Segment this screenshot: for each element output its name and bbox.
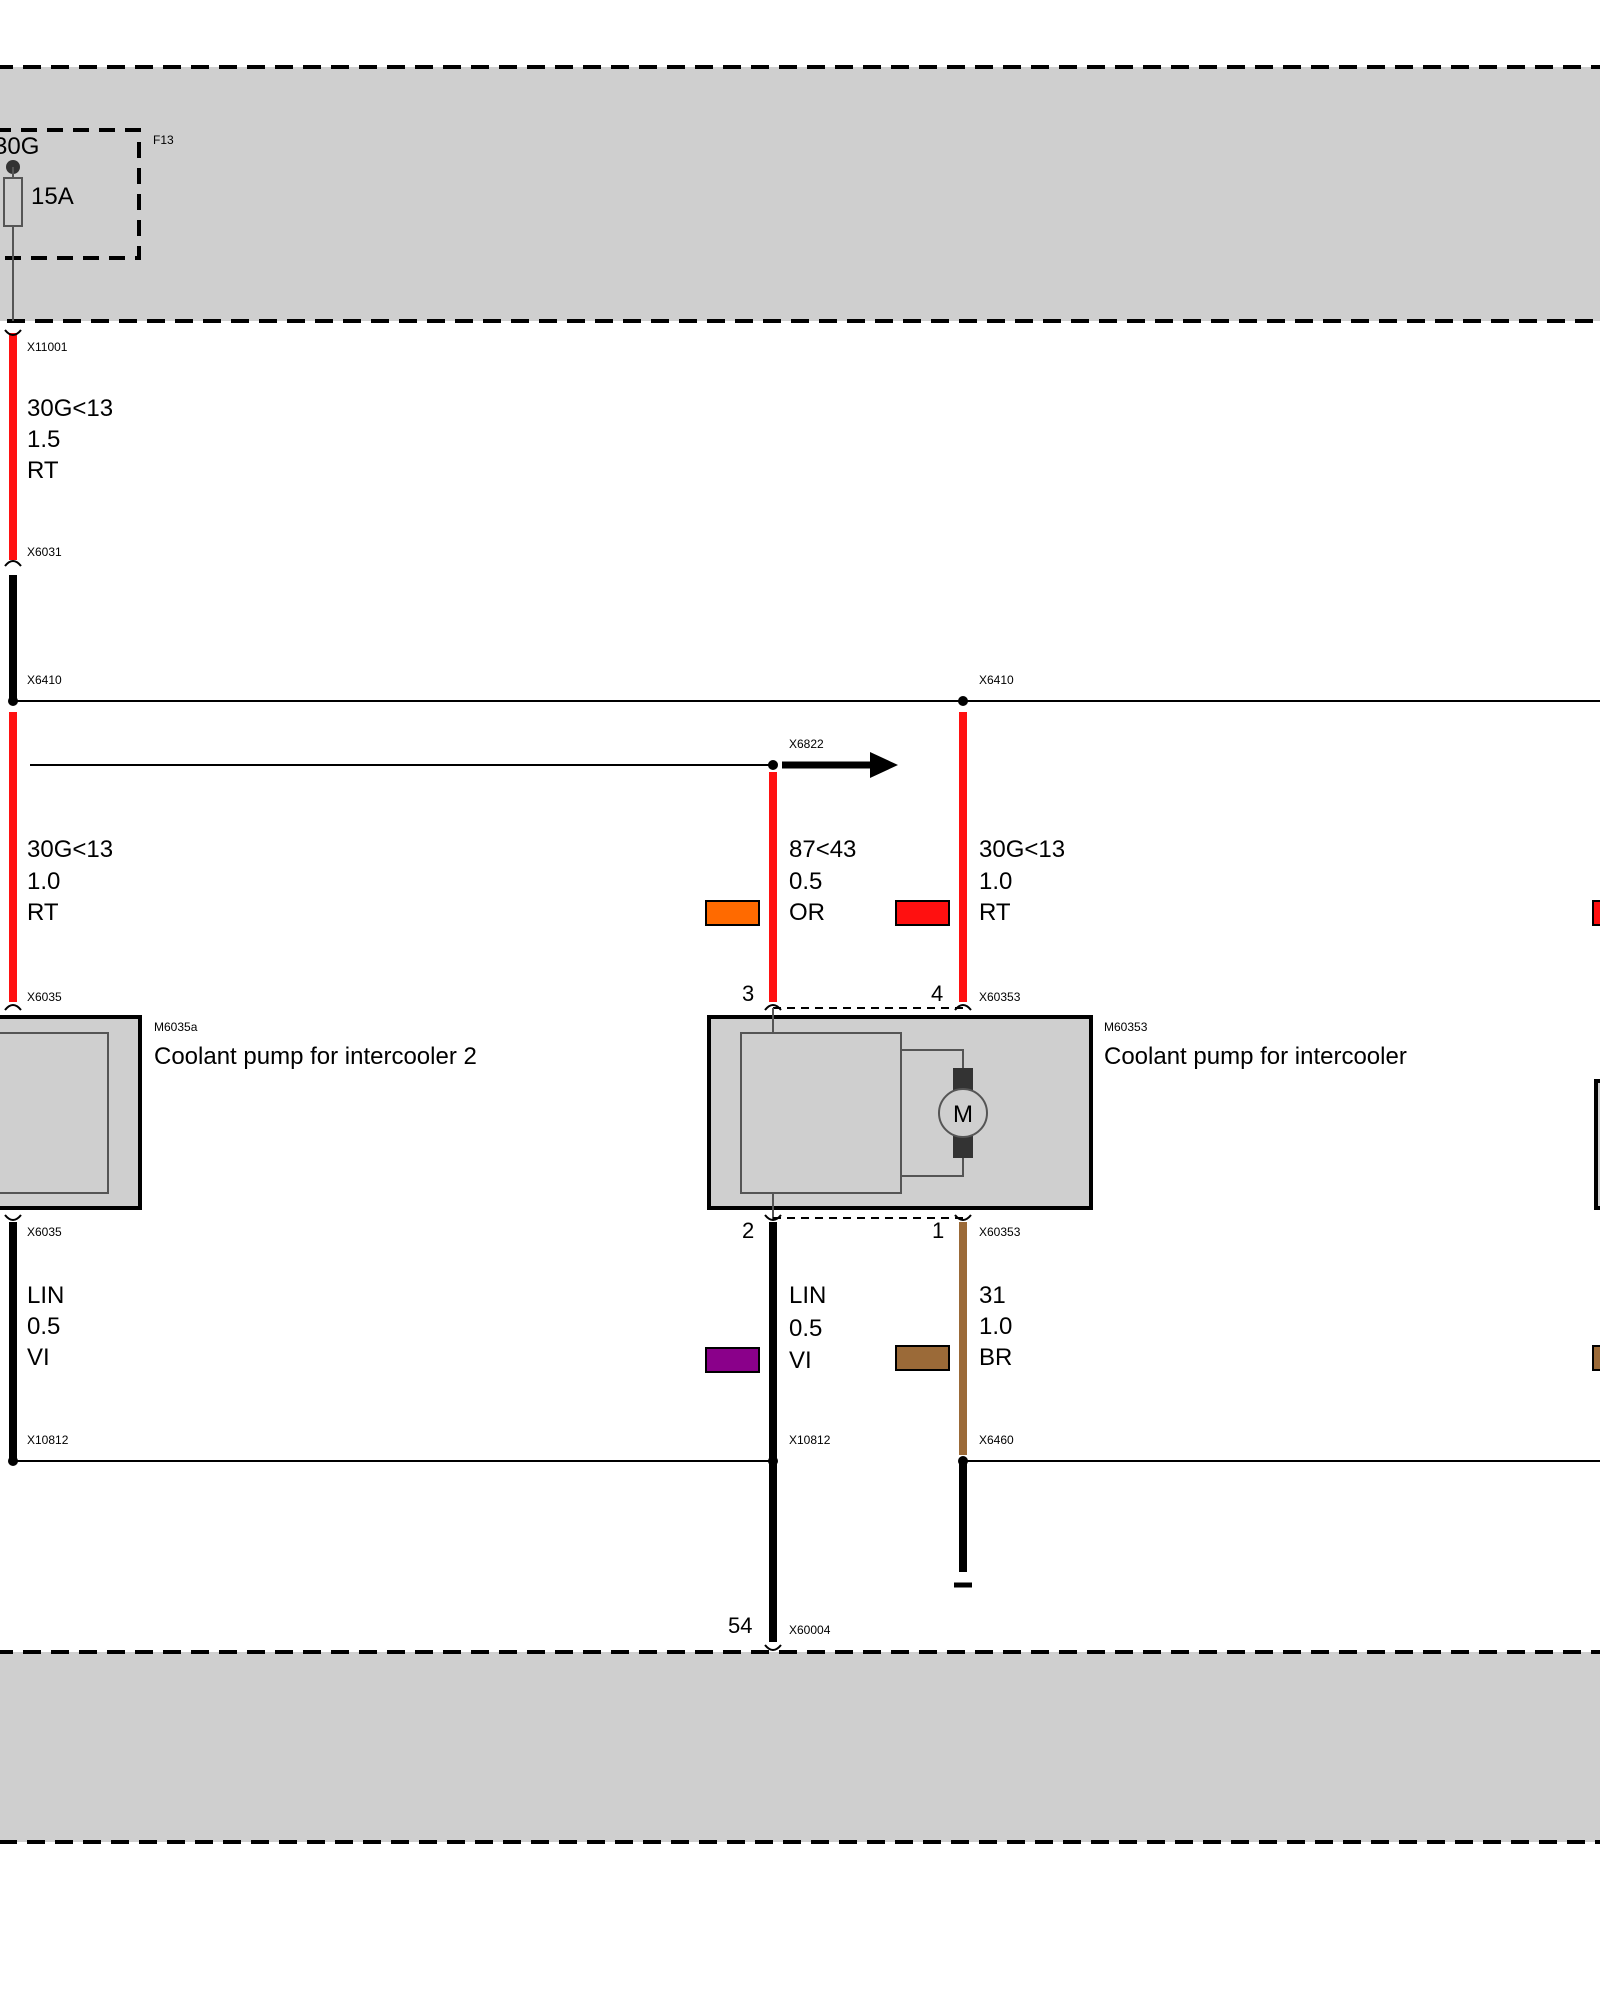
connector-x6822: X6822: [789, 737, 824, 751]
connector-x6460: X6460: [979, 1433, 1014, 1447]
splice-dot: [8, 1456, 18, 1466]
wire7-color: BR: [979, 1344, 1012, 1371]
wire1-color: RT: [27, 457, 59, 484]
fuse-ref: F13: [153, 133, 174, 147]
connector-x6035-bottom: X6035: [27, 1225, 62, 1239]
color-swatch-brown-edge: [1592, 1345, 1600, 1371]
pin-2: 2: [742, 1218, 754, 1243]
motor-symbol: M: [953, 1101, 973, 1128]
connector-x10812-left: X10812: [27, 1433, 69, 1447]
wire4-signal: 30G<13: [979, 836, 1065, 863]
wire1-size: 1.5: [27, 426, 60, 453]
connector-x60353-top: X60353: [979, 990, 1021, 1004]
wire5-color: VI: [27, 1344, 50, 1371]
splice-dot: [958, 1456, 968, 1466]
pin-4: 4: [931, 981, 943, 1006]
color-swatch-brown: [895, 1345, 950, 1371]
connector-x6035-top: X6035: [27, 990, 62, 1004]
fuse-terminal-label: 30G: [0, 133, 39, 160]
splice-dot: [958, 696, 968, 706]
wire7-size: 1.0: [979, 1313, 1012, 1340]
pump2-ref: M6035a: [154, 1020, 198, 1034]
wire2-signal: 30G<13: [27, 836, 113, 863]
pump2-electronics: [0, 1032, 109, 1194]
motor-brush-bottom: [953, 1136, 973, 1158]
splice-dot: [8, 696, 18, 706]
connector-x11001: X11001: [27, 340, 68, 354]
color-swatch-red: [895, 900, 950, 926]
wiring-diagram: F13 30G 15A X11001 30G<13 1.5 RT X6031 X…: [0, 65, 1600, 1844]
wire1-signal: 30G<13: [27, 395, 113, 422]
color-swatch-orange: [705, 900, 760, 926]
wire7-signal: 31: [979, 1282, 1006, 1309]
wire5-size: 0.5: [27, 1313, 60, 1340]
connector-x60004: X60004: [789, 1623, 831, 1637]
wire4-color: RT: [979, 899, 1011, 926]
pin-3: 3: [742, 981, 754, 1006]
wire6-size: 0.5: [789, 1315, 822, 1342]
pump1-electronics: [740, 1032, 902, 1194]
wire5-signal: LIN: [27, 1282, 64, 1309]
color-swatch-violet: [705, 1347, 760, 1373]
splice-dot: [768, 1456, 778, 1466]
pump2-name: Coolant pump for intercooler 2: [154, 1043, 477, 1070]
wire4-size: 1.0: [979, 868, 1012, 895]
bottom-module-panel: [0, 1650, 1600, 1844]
top-module-panel: [0, 65, 1600, 323]
connector-x6410-right: X6410: [979, 673, 1014, 687]
pin-54: 54: [728, 1613, 752, 1638]
connector-x10812-mid: X10812: [789, 1433, 831, 1447]
pump1-name: Coolant pump for intercooler: [1104, 1043, 1407, 1070]
wire3-color: OR: [789, 899, 825, 926]
wire6-color: VI: [789, 1347, 812, 1374]
motor-brush-top: [953, 1068, 973, 1090]
connector-x6031: X6031: [27, 545, 62, 559]
connector-x6410-left: X6410: [27, 673, 62, 687]
pin-1: 1: [932, 1218, 944, 1243]
wire2-color: RT: [27, 899, 59, 926]
wire3-signal: 87<43: [789, 836, 856, 863]
wire2-size: 1.0: [27, 868, 60, 895]
color-swatch-red-edge: [1592, 900, 1600, 926]
pump1-ref: M60353: [1104, 1020, 1148, 1034]
next-component-edge: [1594, 1079, 1600, 1210]
connector-x60353-bottom: X60353: [979, 1225, 1021, 1239]
continuation-arrow-icon: [870, 752, 898, 778]
fuse-rating: 15A: [31, 183, 74, 210]
splice-dot: [768, 760, 778, 770]
connector-arc: [4, 329, 22, 336]
wire6-signal: LIN: [789, 1282, 826, 1309]
wire3-size: 0.5: [789, 868, 822, 895]
